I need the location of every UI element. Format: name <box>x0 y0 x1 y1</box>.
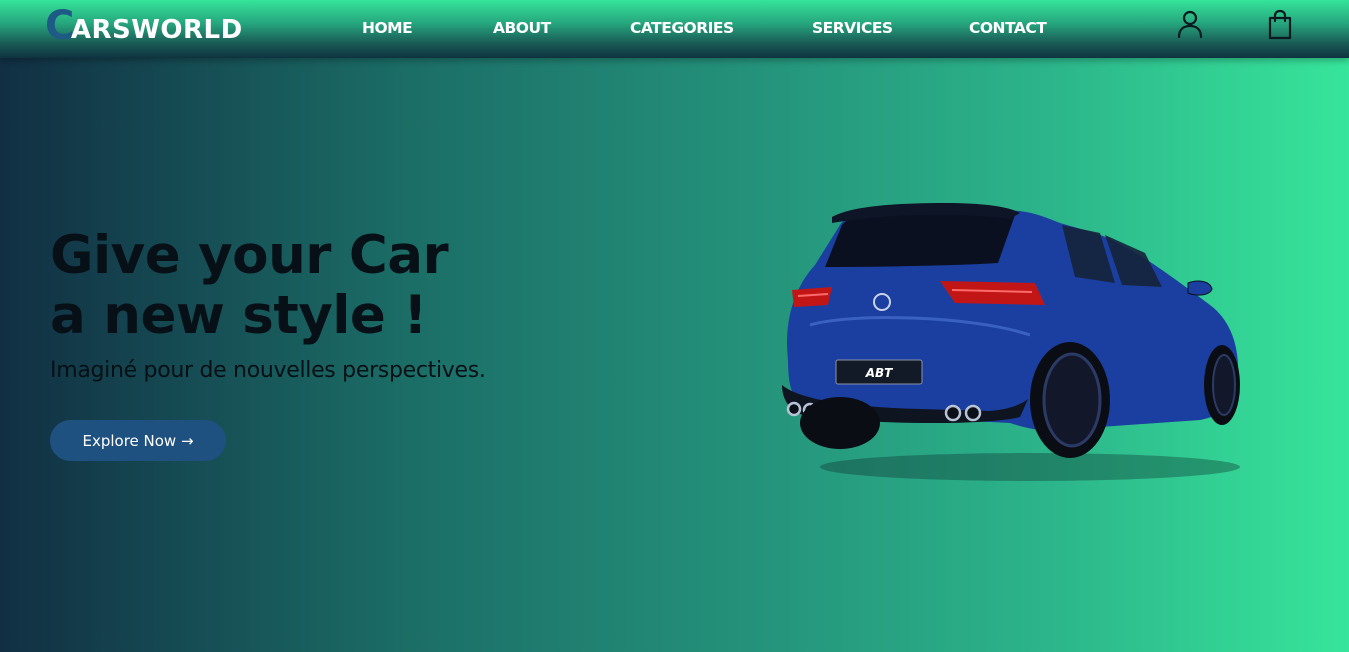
hero-title: Give your Car a new style ! <box>50 225 449 346</box>
nav-link-contact[interactable]: CONTACT <box>969 19 1047 37</box>
nav-link-services[interactable]: SERVICES <box>812 19 893 37</box>
brand-logo-text: ARSWORLD <box>70 15 243 45</box>
nav-link-about[interactable]: ABOUT <box>493 19 551 37</box>
hero-title-line-1: Give your Car <box>50 225 449 286</box>
nav-link-home[interactable]: HOME <box>362 19 413 37</box>
nav-link-categories[interactable]: CATEGORIES <box>630 19 734 37</box>
explore-now-button[interactable]: Explore Now → <box>50 420 226 461</box>
brand-logo[interactable]: C ARSWORLD <box>45 4 243 46</box>
hero-car-image: ABT <box>782 203 1240 481</box>
shopping-bag-icon[interactable] <box>1266 9 1294 41</box>
hero-title-line-2: a new style ! <box>50 285 427 346</box>
user-icon[interactable] <box>1176 9 1204 41</box>
license-plate-text: ABT <box>865 366 893 380</box>
top-navbar: C ARSWORLD HOME ABOUT CATEGORIES SERVICE… <box>0 0 1349 58</box>
hero-subtitle: Imaginé pour de nouvelles perspectives. <box>50 358 486 383</box>
